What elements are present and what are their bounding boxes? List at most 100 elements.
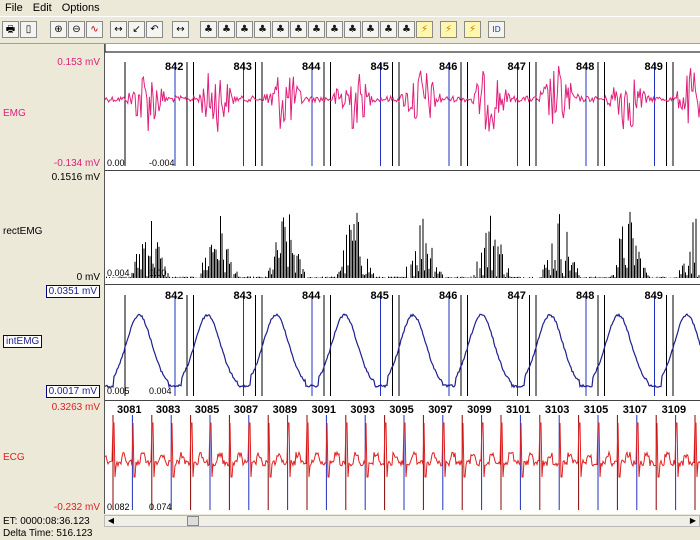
scroll-left-arrow-icon[interactable]: ◀ bbox=[105, 516, 117, 526]
marker-button-20[interactable]: ♣ bbox=[380, 21, 397, 38]
menu-file[interactable]: File bbox=[0, 2, 28, 14]
undo-icon: ↶ bbox=[150, 23, 159, 35]
toolbar: 🖶 ▯ ⊕ ⊖ ∿ ↔ ↙ ↶ ↔ ♣ ♣ ♣ ♣ ♣ ♣ ♣ ♣ ♣ ♣ ♣ ♣ ⚡ ⚡ ⚡ ID bbox=[0, 16, 700, 44]
emg-min-label: -0.134 mV bbox=[53, 158, 100, 169]
lightning-button-23[interactable]: ⚡ bbox=[440, 21, 457, 38]
horizontal-scrollbar[interactable]: ◀ ▶ bbox=[104, 515, 700, 527]
emg-trace bbox=[104, 65, 700, 132]
ecg-beat-label: 3095 bbox=[389, 404, 413, 416]
undo-button-8[interactable]: ↶ bbox=[146, 21, 163, 38]
marker-button-18[interactable]: ♣ bbox=[344, 21, 361, 38]
ecg-beat-label: 3089 bbox=[273, 404, 297, 416]
intemg-name-box: intEMG bbox=[3, 335, 43, 348]
intemg-event-label: 847 bbox=[508, 290, 526, 302]
menu-options[interactable]: Options bbox=[57, 2, 105, 14]
ecg-trace bbox=[104, 422, 700, 478]
delta-time: Delta Time: 516.123 bbox=[3, 528, 93, 539]
rectemg-min-label: 0 mV bbox=[76, 272, 100, 283]
marker-icon: ♣ bbox=[312, 23, 321, 35]
marker-button-17[interactable]: ♣ bbox=[326, 21, 343, 38]
ecg-beat-label: 3109 bbox=[662, 404, 686, 416]
rectemg-channel-name[interactable]: rectEMG bbox=[3, 226, 42, 237]
horizontal-arrow-icon: ↔ bbox=[176, 23, 185, 35]
horizontal-arrow-button-9[interactable]: ↔ bbox=[172, 21, 189, 38]
emg-channel-name[interactable]: EMG bbox=[3, 108, 26, 119]
waveform-svg[interactable]: 842 843 844 845 846 847 848 849 0.00 -0.004 0.004 0… bbox=[104, 44, 700, 514]
menu-edit[interactable]: Edit bbox=[28, 2, 57, 14]
arrow-icon: ↙ bbox=[132, 23, 141, 35]
emg-cursor-left-value: 0.00 bbox=[107, 158, 125, 168]
channel-label-pane: 0.153 mV EMG -0.134 mV 0.1516 mV rectEMG… bbox=[0, 44, 104, 514]
ecg-beat-label: 3087 bbox=[234, 404, 258, 416]
rectemg-trace bbox=[106, 211, 700, 278]
intemg-min-label: 0.0017 mV bbox=[0, 385, 100, 398]
marker-button-10[interactable]: ♣ bbox=[200, 21, 217, 38]
page-button-2[interactable]: ▯ bbox=[20, 21, 37, 38]
arrow-button-7[interactable]: ↙ bbox=[128, 21, 145, 38]
rectemg-max-label: 0.1516 mV bbox=[51, 172, 100, 183]
ecg-min-label: -0.232 mV bbox=[53, 502, 100, 513]
waveform-icon: ∿ bbox=[90, 23, 99, 35]
intemg-event-label: 842 bbox=[165, 290, 183, 302]
marker-icon: ♣ bbox=[258, 23, 267, 35]
scroll-right-arrow-icon[interactable]: ▶ bbox=[687, 516, 699, 526]
marker-icon: ♣ bbox=[276, 23, 285, 35]
scroll-thumb[interactable] bbox=[187, 516, 199, 526]
ecg-beat-label: 3093 bbox=[350, 404, 374, 416]
page-icon: ▯ bbox=[25, 23, 32, 35]
intemg-min-box: 0.0017 mV bbox=[45, 385, 100, 398]
lightning-icon: ⚡ bbox=[468, 23, 477, 35]
zoom-out-button-4[interactable]: ⊖ bbox=[68, 21, 85, 38]
ecg-beat-label: 3097 bbox=[428, 404, 452, 416]
zoom-out-icon: ⊖ bbox=[72, 23, 81, 35]
intemg-cursor-right-value: 0.004 bbox=[149, 386, 172, 396]
intemg-event-label: 849 bbox=[645, 290, 663, 302]
emg-max-label: 0.153 mV bbox=[57, 57, 100, 68]
ecg-beat-label: 3101 bbox=[506, 404, 530, 416]
lightning-button-22[interactable]: ⚡ bbox=[416, 21, 433, 38]
marker-button-16[interactable]: ♣ bbox=[308, 21, 325, 38]
cursor-button-6[interactable]: ↔ bbox=[110, 21, 127, 38]
ecg-channel-name[interactable]: ECG bbox=[3, 452, 25, 463]
ecg-beat-label: 3107 bbox=[623, 404, 647, 416]
lightning-button-24[interactable]: ⚡ bbox=[464, 21, 481, 38]
waveform-button-5[interactable]: ∿ bbox=[86, 21, 103, 38]
emg-event-label: 848 bbox=[576, 61, 594, 73]
zoom-in-icon: ⊕ bbox=[54, 23, 63, 35]
intemg-trace bbox=[104, 312, 700, 389]
marker-icon: ♣ bbox=[348, 23, 357, 35]
emg-event-label: 845 bbox=[371, 61, 389, 73]
intemg-channel-name[interactable]: intEMG bbox=[3, 335, 43, 348]
emg-event-label: 843 bbox=[234, 61, 252, 73]
emg-event-label: 844 bbox=[302, 61, 321, 73]
intemg-event-label: 846 bbox=[439, 290, 457, 302]
lightning-icon: ⚡ bbox=[420, 23, 429, 35]
intemg-event-label: 844 bbox=[302, 290, 321, 302]
intemg-event-label: 845 bbox=[371, 290, 389, 302]
rectemg-cursor-right-value: 0.00 bbox=[149, 268, 167, 278]
marker-button-19[interactable]: ♣ bbox=[362, 21, 379, 38]
emg-event-label: 847 bbox=[508, 61, 526, 73]
lightning-icon: ⚡ bbox=[444, 23, 453, 35]
marker-button-13[interactable]: ♣ bbox=[254, 21, 271, 38]
marker-button-12[interactable]: ♣ bbox=[236, 21, 253, 38]
intemg-max-label: 0.0351 mV bbox=[0, 285, 100, 298]
marker-button-15[interactable]: ♣ bbox=[290, 21, 307, 38]
marker-icon: ♣ bbox=[240, 23, 249, 35]
print-button-1[interactable]: 🖶 bbox=[2, 21, 19, 38]
marker-button-14[interactable]: ♣ bbox=[272, 21, 289, 38]
marker-icon: ♣ bbox=[294, 23, 303, 35]
marker-button-21[interactable]: ♣ bbox=[398, 21, 415, 38]
print-icon: 🖶 bbox=[5, 23, 16, 35]
ecg-beat-label: 3081 bbox=[117, 404, 141, 416]
emg-event-label: 846 bbox=[439, 61, 457, 73]
marker-icon: ♣ bbox=[222, 23, 231, 35]
intemg-event-label: 848 bbox=[576, 290, 594, 302]
id-button-25[interactable]: ID bbox=[488, 21, 505, 38]
marker-button-11[interactable]: ♣ bbox=[218, 21, 235, 38]
ecg-beat-label: 3091 bbox=[312, 404, 336, 416]
zoom-in-button-3[interactable]: ⊕ bbox=[50, 21, 67, 38]
ecg-cursor-left-value: 0.082 bbox=[107, 502, 130, 512]
waveform-plot-area[interactable]: 842 843 844 845 846 847 848 849 0.00 -0.004 0.004 0… bbox=[104, 44, 700, 514]
ecg-beat-label: 3085 bbox=[195, 404, 219, 416]
